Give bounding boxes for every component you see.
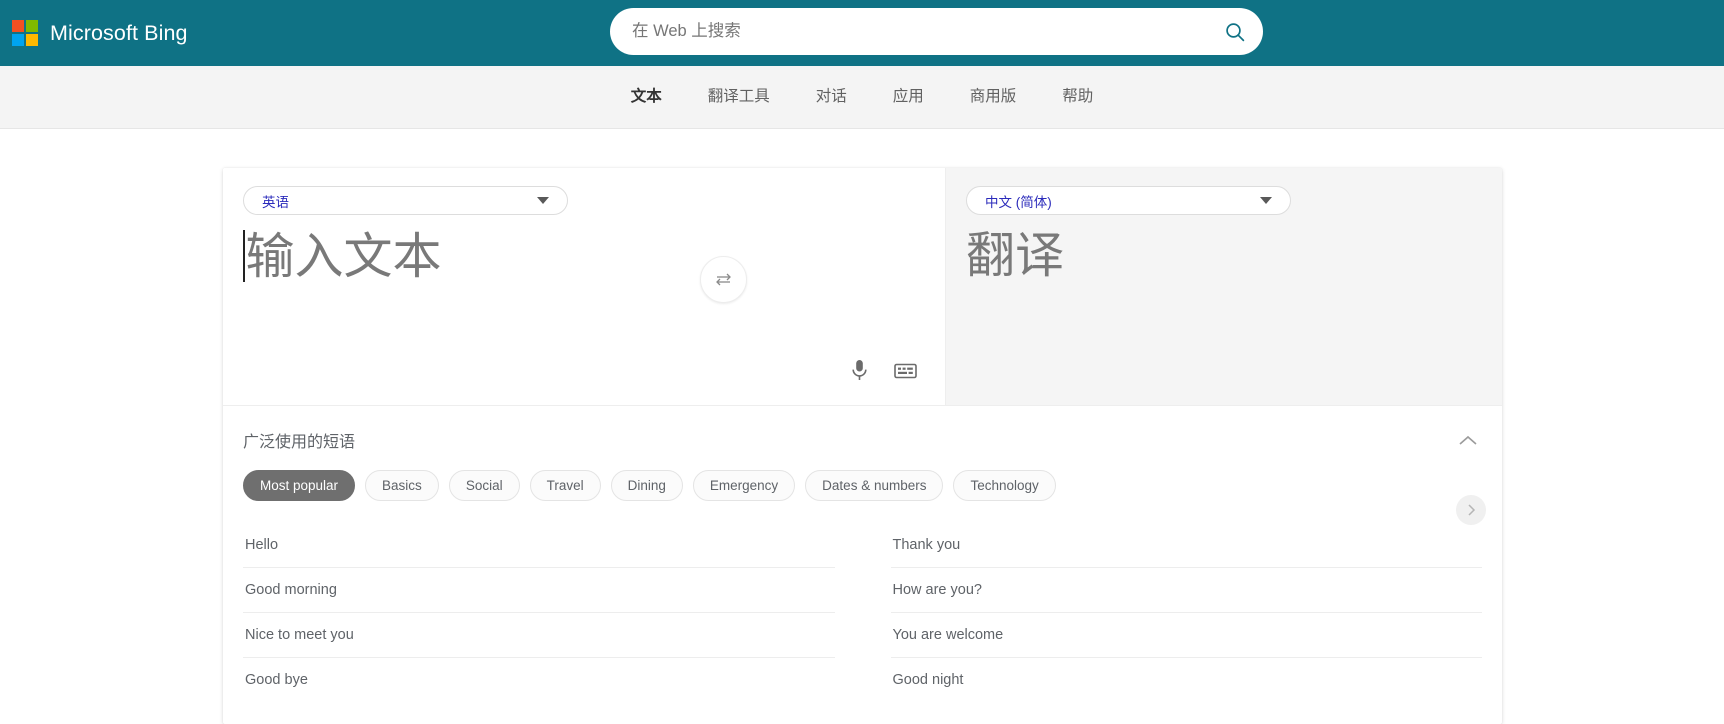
target-output-placeholder: 翻译 [966, 229, 1065, 283]
chip-travel[interactable]: Travel [529, 470, 601, 501]
chip-basics[interactable]: Basics [365, 470, 439, 501]
list-item[interactable]: Thank you [890, 523, 1482, 568]
main-navigation: 文本 翻译工具 对话 应用 商用版 帮助 [0, 66, 1724, 129]
chip-dates-numbers[interactable]: Dates & numbers [805, 470, 944, 501]
tab-apps[interactable]: 应用 [870, 66, 947, 128]
search-input[interactable] [610, 22, 1207, 41]
translation-panels: 英语 输入文本 中文 (简体) 翻译 [223, 168, 1502, 405]
tab-help[interactable]: 帮助 [1039, 66, 1116, 128]
chevron-down-icon [537, 197, 549, 204]
chevron-right-icon [1468, 504, 1476, 516]
tab-conversation[interactable]: 对话 [793, 66, 870, 128]
source-input-tools [851, 359, 917, 382]
top-header: Microsoft Bing [0, 0, 1724, 66]
search-icon [1226, 22, 1245, 41]
phrase-category-chips: Most popular Basics Social Travel Dining… [223, 452, 1502, 501]
translator-card: 英语 输入文本 中文 (简体) 翻译 广泛使用的短语 Most popular … [223, 168, 1502, 724]
source-pane: 英语 输入文本 [223, 168, 946, 405]
phrase-lists: Hello Good morning Nice to meet you Good… [223, 501, 1502, 702]
phrases-header: 广泛使用的短语 [223, 406, 1502, 452]
list-item[interactable]: Nice to meet you [243, 613, 835, 658]
logo-square-yellow [26, 34, 38, 46]
target-language-dropdown[interactable]: 中文 (简体) [966, 186, 1291, 215]
chip-emergency[interactable]: Emergency [692, 470, 796, 501]
common-phrases-section: 广泛使用的短语 Most popular Basics Social Trave… [223, 405, 1502, 724]
search-bar[interactable] [610, 8, 1263, 55]
logo-square-red [12, 20, 24, 32]
swap-languages-button[interactable] [700, 256, 747, 303]
chips-next-button[interactable] [1456, 495, 1486, 525]
tab-translation-tools[interactable]: 翻译工具 [685, 66, 793, 128]
source-placeholder-text: 输入文本 [245, 230, 442, 284]
tab-text[interactable]: 文本 [608, 66, 685, 128]
logo-square-blue [12, 34, 24, 46]
list-item[interactable]: How are you? [890, 568, 1482, 613]
phrases-title: 广泛使用的短语 [243, 434, 356, 451]
source-language-label: 英语 [262, 194, 289, 210]
chip-social[interactable]: Social [448, 470, 520, 501]
collapse-phrases-button[interactable] [1458, 434, 1478, 447]
keyboard-input-button[interactable] [894, 362, 917, 380]
chip-dining[interactable]: Dining [610, 470, 683, 501]
text-cursor [243, 230, 245, 282]
chip-technology[interactable]: Technology [953, 470, 1056, 501]
list-item[interactable]: Hello [243, 523, 835, 568]
swap-arrows-icon [716, 273, 731, 286]
chevron-down-icon [1260, 197, 1272, 204]
brand-name: Microsoft Bing [50, 20, 188, 45]
phrase-column-left: Hello Good morning Nice to meet you Good… [243, 523, 835, 702]
brand-logo-area[interactable]: Microsoft Bing [12, 0, 188, 66]
logo-square-green [26, 20, 38, 32]
microphone-icon [852, 360, 867, 380]
keyboard-icon [894, 363, 917, 378]
voice-input-button[interactable] [851, 359, 868, 382]
tab-business[interactable]: 商用版 [947, 66, 1040, 128]
list-item[interactable]: Good bye [243, 658, 835, 702]
list-item[interactable]: Good morning [243, 568, 835, 613]
list-item[interactable]: Good night [891, 658, 1483, 702]
search-submit-button[interactable] [1207, 8, 1263, 55]
target-language-label: 中文 (简体) [985, 194, 1052, 210]
list-item[interactable]: You are welcome [890, 613, 1482, 658]
chip-most-popular[interactable]: Most popular [243, 470, 356, 501]
target-pane: 中文 (简体) 翻译 [946, 168, 1502, 405]
source-language-dropdown[interactable]: 英语 [243, 186, 568, 215]
source-textarea[interactable]: 输入文本 [243, 230, 442, 285]
phrase-column-right: Thank you How are you? You are welcome G… [890, 523, 1483, 702]
microsoft-logo-icon [12, 20, 38, 46]
chevron-up-icon [1459, 435, 1477, 445]
